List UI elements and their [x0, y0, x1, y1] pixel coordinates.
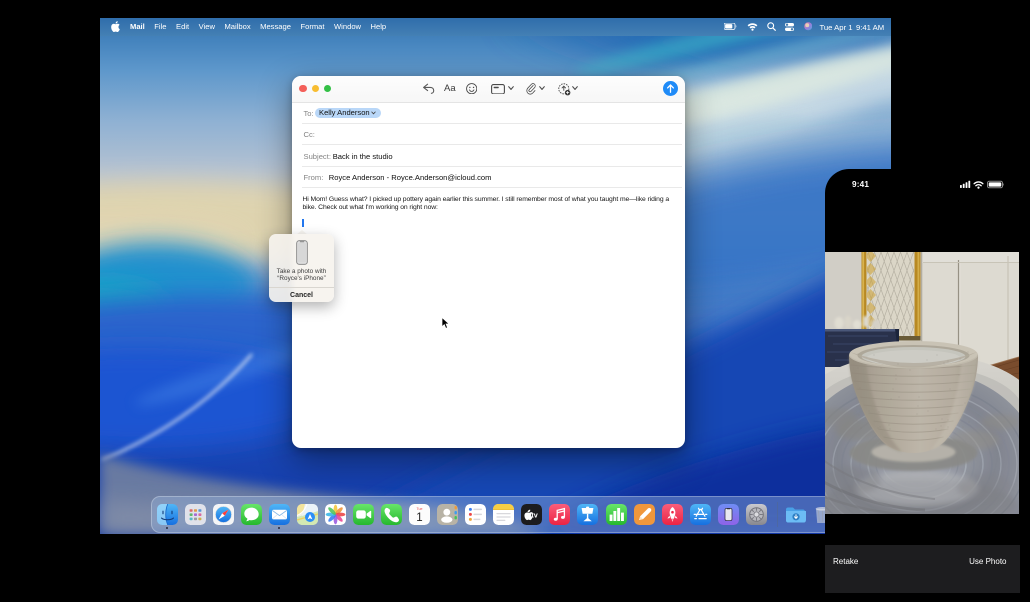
svg-text:tv: tv [532, 511, 538, 520]
svg-text:1: 1 [416, 512, 422, 524]
svg-text:Tue: Tue [417, 507, 423, 511]
